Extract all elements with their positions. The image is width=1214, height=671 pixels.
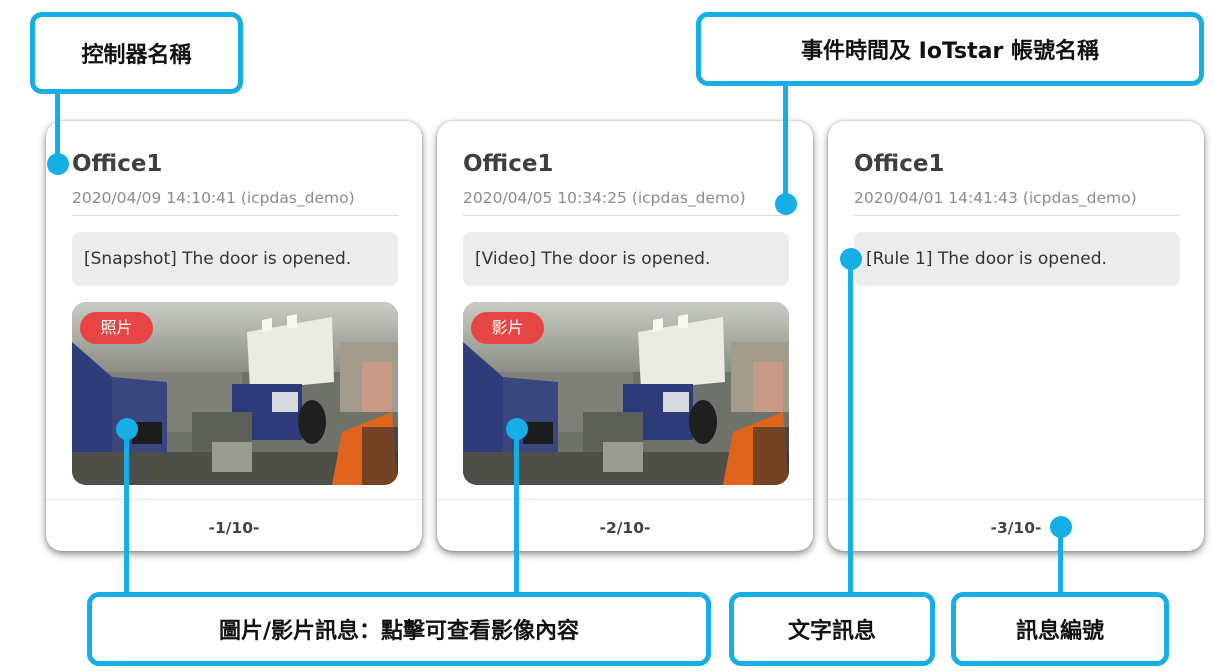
callout-media-message: 圖片/影片訊息：點擊可查看影像內容 xyxy=(87,592,711,666)
callout-dot xyxy=(1050,516,1072,538)
controller-name: Office1 xyxy=(72,151,163,177)
callout-connector xyxy=(783,84,788,202)
event-card[interactable]: Office1 2020/04/05 10:34:25 (icpdas_demo… xyxy=(437,121,813,551)
callout-event-time: 事件時間及 IoTstar 帳號名稱 xyxy=(696,12,1204,86)
event-time: 2020/04/05 10:34:25 (icpdas_demo) xyxy=(463,189,746,207)
card-footer-divider xyxy=(437,499,813,500)
photo-badge: 照片 xyxy=(80,312,153,344)
callout-text-message: 文字訊息 xyxy=(729,592,935,666)
message-number: -1/10- xyxy=(208,519,260,537)
divider xyxy=(463,215,789,216)
card-footer-divider xyxy=(46,499,422,500)
callout-connector xyxy=(514,428,519,596)
video-badge: 影片 xyxy=(471,312,544,344)
event-message: [Snapshot] The door is opened. xyxy=(72,232,398,286)
message-number: -2/10- xyxy=(599,519,651,537)
callout-connector xyxy=(55,92,60,162)
callout-dot xyxy=(775,193,797,215)
callout-dot xyxy=(506,418,528,440)
event-message: [Rule 1] The door is opened. xyxy=(854,232,1180,286)
controller-name: Office1 xyxy=(854,151,945,177)
controller-name: Office1 xyxy=(463,151,554,177)
divider xyxy=(72,215,398,216)
snapshot-thumbnail[interactable]: 照片 xyxy=(72,302,398,485)
callout-dot xyxy=(840,248,862,270)
event-time: 2020/04/01 14:41:43 (icpdas_demo) xyxy=(854,189,1137,207)
event-time: 2020/04/09 14:10:41 (icpdas_demo) xyxy=(72,189,355,207)
divider xyxy=(854,215,1180,216)
callout-dot xyxy=(47,153,69,175)
callout-connector xyxy=(848,258,853,596)
card-footer-divider xyxy=(828,499,1204,500)
callout-connector xyxy=(124,428,129,596)
event-card[interactable]: Office1 2020/04/01 14:41:43 (icpdas_demo… xyxy=(828,121,1204,551)
callout-message-number: 訊息編號 xyxy=(951,592,1169,666)
event-card[interactable]: Office1 2020/04/09 14:10:41 (icpdas_demo… xyxy=(46,121,422,551)
video-thumbnail[interactable]: 影片 xyxy=(463,302,789,485)
message-number: -3/10- xyxy=(990,519,1042,537)
callout-dot xyxy=(116,418,138,440)
callout-controller-name: 控制器名稱 xyxy=(30,12,243,94)
event-message: [Video] The door is opened. xyxy=(463,232,789,286)
